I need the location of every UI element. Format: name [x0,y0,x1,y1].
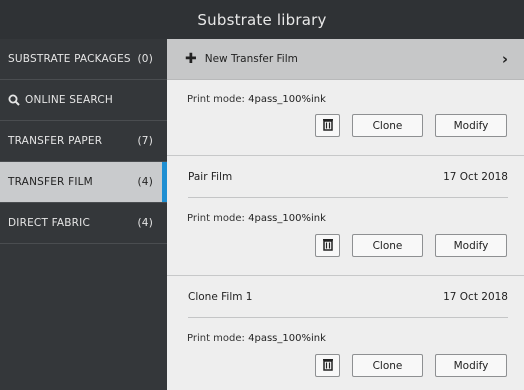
sidebar-item-count: (7) [137,135,153,147]
substrate-card[interactable]: Clone Film 1 17 Oct 2018 Print mode: 4pa… [167,276,524,390]
search-icon [8,94,20,106]
delete-button[interactable] [315,114,340,137]
clone-button[interactable]: Clone [352,354,423,377]
sidebar-item-online-search[interactable]: ONLINE SEARCH [0,80,167,121]
page-title: Substrate library [0,0,524,39]
trash-icon [321,116,335,135]
sidebar: SUBSTRATE PACKAGES (0) ONLINE SEARCH TRA… [0,39,167,390]
clone-button[interactable]: Clone [352,234,423,257]
sidebar-item-count: (4) [137,176,153,188]
delete-button[interactable] [315,234,340,257]
new-transfer-film-button[interactable]: ✚ New Transfer Film › [167,39,524,80]
plus-icon: ✚ [185,51,197,67]
trash-icon [321,236,335,255]
sidebar-item-transfer-film[interactable]: TRANSFER FILM (4) [0,162,167,203]
modify-button[interactable]: Modify [435,354,507,377]
sidebar-item-count: (4) [137,217,153,229]
substrate-card: Print mode: 4pass_100%ink Clone Modify [167,80,524,156]
substrate-name: Clone Film 1 [188,291,253,303]
sidebar-item-substrate-packages[interactable]: SUBSTRATE PACKAGES (0) [0,39,167,80]
new-button-label: New Transfer Film [204,53,298,65]
print-mode: Print mode: 4pass_100%ink [187,94,326,105]
sidebar-item-label: ONLINE SEARCH [25,94,113,106]
sidebar-item-transfer-paper[interactable]: TRANSFER PAPER (7) [0,121,167,162]
print-mode: Print mode: 4pass_100%ink [187,213,326,224]
substrate-list: ✚ New Transfer Film › Print mode: 4pass_… [167,39,524,390]
substrate-date: 17 Oct 2018 [443,171,508,183]
substrate-name: Pair Film [188,171,233,183]
modify-button[interactable]: Modify [435,234,507,257]
sidebar-item-label: TRANSFER FILM [8,176,93,188]
modify-button[interactable]: Modify [435,114,507,137]
trash-icon [321,356,335,375]
delete-button[interactable] [315,354,340,377]
sidebar-item-label: SUBSTRATE PACKAGES [8,53,131,65]
substrate-card[interactable]: Pair Film 17 Oct 2018 Print mode: 4pass_… [167,156,524,276]
sidebar-item-count: (0) [137,53,153,65]
sidebar-item-label: TRANSFER PAPER [8,135,103,147]
chevron-right-icon: › [501,50,508,68]
sidebar-item-direct-fabric[interactable]: DIRECT FABRIC (4) [0,203,167,244]
clone-button[interactable]: Clone [352,114,423,137]
substrate-date: 17 Oct 2018 [443,291,508,303]
sidebar-item-label: DIRECT FABRIC [8,217,90,229]
print-mode: Print mode: 4pass_100%ink [187,333,326,344]
